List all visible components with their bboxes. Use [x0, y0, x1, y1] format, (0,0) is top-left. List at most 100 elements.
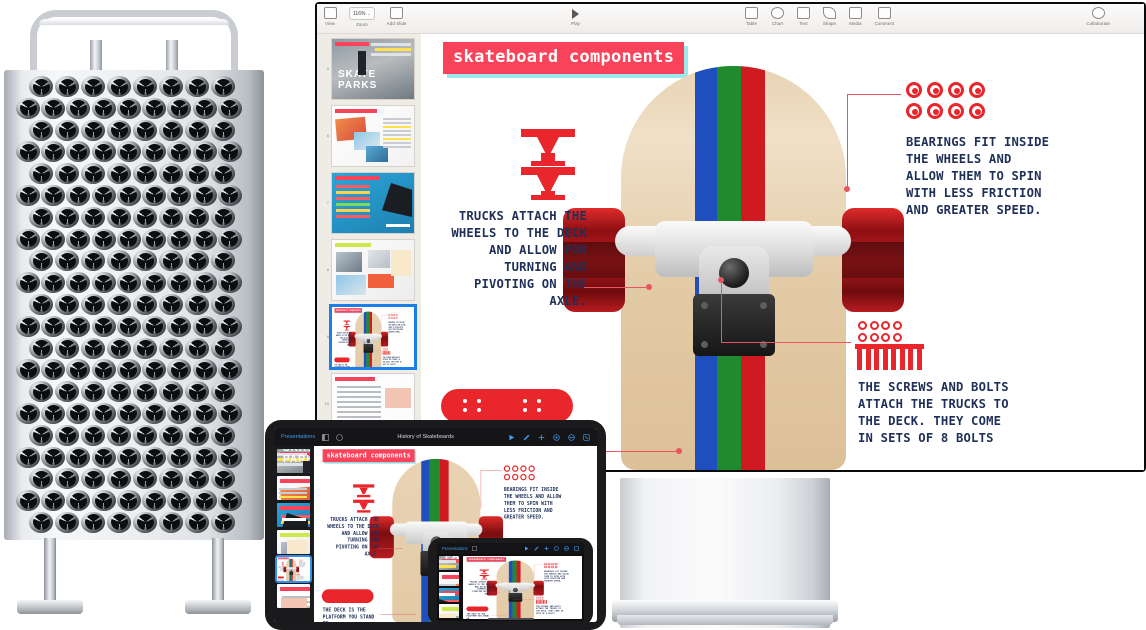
slide-thumbnail-skate-gear[interactable] — [331, 239, 415, 301]
navigator-row[interactable]: 7 — [323, 172, 415, 234]
bearing-ring — [906, 82, 922, 98]
text-button[interactable]: Text — [790, 4, 816, 26]
collaborate-icon[interactable] — [568, 433, 575, 441]
iphone-thumbnail-skate-gear[interactable] — [439, 604, 459, 618]
mac-pro-lattice-hole — [166, 490, 192, 512]
mac-pro-lattice-hole — [28, 119, 54, 142]
pen-icon[interactable] — [523, 434, 530, 441]
comment-button[interactable]: Comment — [868, 4, 900, 26]
mac-pro-lattice-row — [15, 141, 242, 163]
mac-pro-lattice-hole — [210, 468, 236, 490]
mac-pro-lattice-hole — [65, 315, 91, 338]
mac-pro-lattice-hole — [40, 272, 66, 294]
ipad-toolbar-left: Presentations — [281, 433, 344, 441]
mac-pro-lattice-hole — [116, 184, 142, 207]
iphone-slide-canvas[interactable]: skateboard components TRUCKS ATTACH THE W… — [463, 556, 582, 619]
media-icon[interactable] — [554, 546, 559, 551]
ipad-thumbnail-skate-gear[interactable] — [277, 530, 310, 554]
ipad-thumbnail-skate-text-slide[interactable] — [277, 584, 310, 608]
zoom-control[interactable]: 116% ⌄ Zoom — [343, 4, 381, 27]
mac-pro-lattice-hole — [80, 119, 106, 142]
iphone-thumbnail-skate-photos[interactable] — [439, 572, 459, 586]
navigator-row[interactable]: 8 — [323, 239, 415, 301]
add-icon[interactable] — [544, 546, 549, 551]
mini-callout-bearings: BEARINGS FIT INSIDE THE WHEELS AND ALLOW… — [299, 562, 306, 568]
mac-pro-lattice-row — [28, 119, 242, 142]
mac-pro-lattice-hole — [141, 490, 167, 512]
mac-pro-lattice-hole — [217, 490, 242, 512]
navigator-row[interactable]: 6 — [323, 105, 415, 167]
mac-pro-lattice-hole — [192, 402, 217, 425]
slide-thumbnail-skate-timeline[interactable] — [331, 172, 415, 234]
slide-navigator[interactable]: 5SKATE PARKS 6 7 8 9skateboard componentsTRU… — [317, 34, 421, 470]
ipad-thumbnail-skate-parks[interactable]: SKATE PARKS — [277, 449, 310, 473]
iphone-slide-navigator[interactable]: SKATE PARKS — [437, 554, 461, 621]
iphone-thumbnail-skate-timeline[interactable] — [439, 588, 459, 602]
table-icon — [744, 7, 758, 19]
shape-button[interactable]: Shape — [816, 4, 842, 26]
slide-canvas[interactable]: skateboard components TRUCKS ATTACH THE … — [421, 34, 1144, 470]
bearing-ring — [948, 82, 964, 98]
ipad-thumbnail-skate-photos[interactable] — [277, 476, 310, 500]
slide-thumbnail-skate-photos[interactable] — [331, 105, 415, 167]
media-button[interactable]: Media — [842, 4, 868, 26]
collaborate-button[interactable]: Collaborate — [1085, 4, 1111, 26]
table-button[interactable]: Table — [738, 4, 764, 26]
pen-icon[interactable] — [534, 546, 539, 551]
iphone-thumbnail-skate-parks[interactable]: SKATE PARKS — [439, 556, 459, 570]
mini-board — [486, 560, 544, 618]
keynote-toolbar: View 116% ⌄ Zoom Add Slide Play Table Ch… — [317, 4, 1144, 34]
mac-pro-lattice-hole — [40, 228, 66, 251]
mac-pro-lattice-hole — [141, 228, 167, 251]
format-icon[interactable] — [583, 433, 590, 441]
mac-pro-lattice-hole — [141, 315, 167, 338]
screw — [889, 344, 898, 370]
mini-callout-bearings: BEARINGS FIT INSIDE THE WHEELS AND ALLOW… — [503, 486, 562, 520]
ipad-back-button[interactable]: Presentations — [281, 434, 315, 440]
add-icon[interactable] — [538, 434, 545, 441]
mac-pro-lattice-hole — [184, 424, 210, 447]
ipad-slide-navigator[interactable]: SKATE PARKS skateboard componentsTRUCKS A… — [274, 446, 314, 622]
mini-callout-screws: THE SCREWS AND BOLTS ATTACH THE TRUCKS T… — [296, 576, 305, 580]
nut — [881, 321, 890, 330]
navigator-row[interactable]: 9 skateboard components TRUCKS ATTACH THE … — [323, 304, 417, 370]
mac-pro-lattice-hole — [15, 490, 41, 512]
view-button[interactable]: View — [317, 4, 343, 26]
ipad-navigator-icon[interactable] — [322, 433, 330, 441]
add-slide-button[interactable]: Add Slide — [381, 4, 413, 26]
ipad-thumbnail-skateboard-components[interactable]: skateboard components TRUCKS ATTACH THE W… — [275, 555, 312, 583]
text-icon — [796, 7, 810, 19]
ipad-thumbnail-skate-timeline[interactable] — [277, 503, 310, 527]
navigator-row[interactable]: 5SKATE PARKS — [323, 38, 415, 100]
mac-pro-lattice-hole — [106, 119, 132, 142]
chart-button[interactable]: Chart — [764, 4, 790, 26]
mac-pro-lattice-row — [15, 446, 242, 469]
mac-pro-lattice-hole — [210, 511, 236, 534]
mac-pro-lattice-hole — [132, 163, 158, 185]
mac-pro-lattice-hole — [166, 184, 192, 207]
zoom-label: Zoom — [356, 22, 368, 28]
play-icon[interactable] — [524, 546, 529, 551]
media-icon[interactable] — [553, 433, 560, 441]
mac-pro-lattice-hole — [158, 381, 184, 403]
mac-pro-lattice-hole — [166, 446, 192, 469]
bearing-ring — [969, 103, 985, 119]
zoom-value: 116% — [353, 10, 366, 17]
mac-pro-lattice-row — [15, 228, 242, 251]
slide-thumbnail-skateboard-components[interactable]: skateboard components TRUCKS ATTACH THE W… — [329, 304, 417, 370]
ipad-help-icon[interactable] — [336, 433, 344, 441]
mac-pro-lattice-hole — [166, 359, 192, 381]
format-icon[interactable] — [574, 546, 579, 551]
slide-thumbnail-skate-parks[interactable]: SKATE PARKS — [331, 38, 415, 100]
play-label: Play — [571, 21, 580, 27]
collaborate-icon[interactable] — [564, 546, 569, 551]
mac-pro-lattice-hole — [106, 424, 132, 447]
leader-dot-bearings — [844, 186, 850, 192]
skateboard-illustration[interactable] — [563, 66, 904, 470]
iphone-navigator-icon[interactable] — [471, 546, 477, 551]
iphone-back-button[interactable]: Presentations — [442, 546, 468, 551]
play-icon[interactable] — [508, 434, 515, 441]
zoom-popup[interactable]: 116% ⌄ — [349, 7, 375, 20]
mac-pro-lattice-hole — [132, 293, 158, 316]
play-button[interactable]: Play — [562, 4, 588, 26]
